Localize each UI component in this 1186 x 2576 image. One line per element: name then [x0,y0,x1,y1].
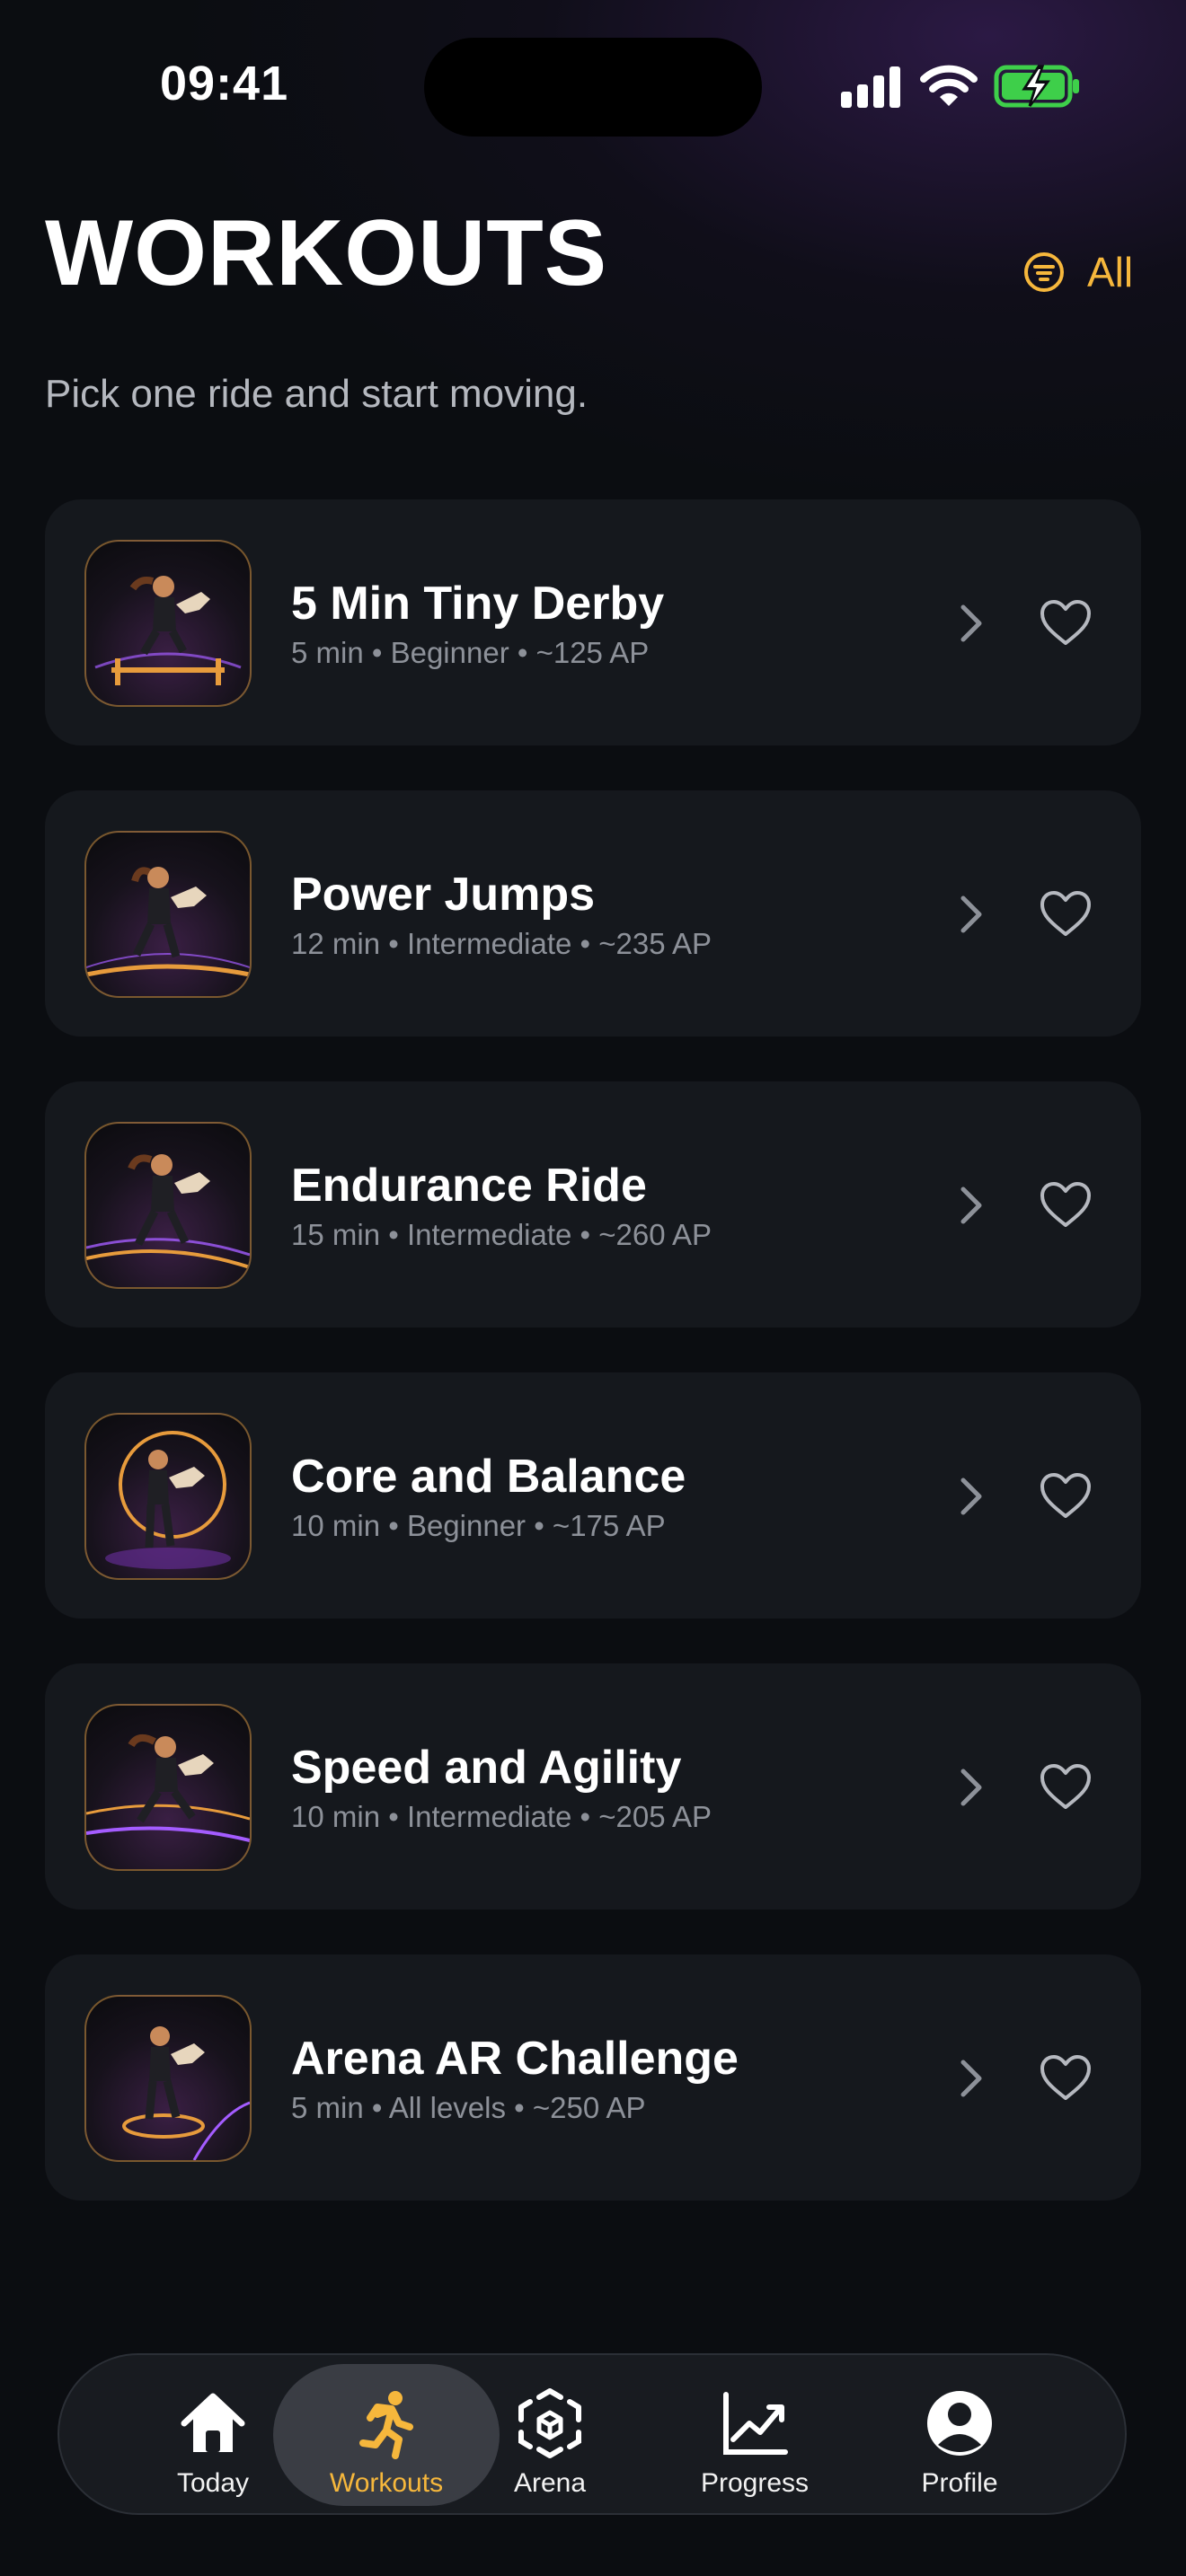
chevron-right-icon [960,604,982,642]
workout-title: Core and Balance [291,1451,686,1503]
page-title: WORKOUTS [45,201,608,305]
favorite-heart-icon[interactable] [1037,595,1094,652]
rider-over-jump-image [84,540,252,707]
chevron-right-icon [960,2060,982,2097]
chevron-right-icon [960,1769,982,1806]
workout-card[interactable]: Arena AR Challenge 5 min • All levels • … [45,1954,1141,2201]
tab-bar: Today Workouts Arena Progress Profile [58,2353,1127,2515]
chevron-right-icon [960,895,982,933]
rider-arena-image [84,1995,252,2162]
workout-meta: 12 min • Intermediate • ~235 AP [291,927,712,960]
rider-ring-image [84,1413,252,1580]
workout-meta: 5 min • All levels • ~250 AP [291,2091,646,2124]
filter-icon [1024,252,1064,292]
workout-meta: 10 min • Beginner • ~175 AP [291,1509,666,1542]
rider-running-image [84,1122,252,1289]
ar-cube-icon [518,2388,581,2458]
filter-button[interactable]: All [1022,241,1133,304]
tab-label: Profile [921,2468,998,2498]
status-bar: 09:41 [0,0,1186,171]
favorite-heart-icon[interactable] [1037,2050,1094,2107]
workout-list: 5 Min Tiny Derby 5 min • Beginner • ~125… [45,499,1141,2245]
dynamic-island [424,38,762,137]
workout-card[interactable]: Power Jumps 12 min • Intermediate • ~235… [45,790,1141,1037]
running-figure-icon [359,2391,413,2459]
chart-trend-icon [723,2392,788,2455]
favorite-heart-icon[interactable] [1037,886,1094,943]
status-icons [839,63,1082,110]
battery-charging-icon [994,65,1079,108]
workout-title: Speed and Agility [291,1742,682,1794]
page-subtitle: Pick one ride and start moving. [45,372,589,416]
chevron-right-icon [960,1187,982,1224]
workout-meta: 5 min • Beginner • ~125 AP [291,636,650,669]
workout-meta: 10 min • Intermediate • ~205 AP [291,1800,712,1833]
workout-card[interactable]: Speed and Agility 10 min • Intermediate … [45,1663,1141,1910]
person-circle-icon [927,2391,992,2456]
chevron-right-icon [960,1478,982,1515]
tab-label: Progress [700,2468,810,2498]
tab-profile[interactable]: Profile [856,2364,1063,2506]
workout-title: Arena AR Challenge [291,2033,739,2085]
tab-label: Arena [513,2468,587,2498]
cellular-signal-icon [841,66,900,108]
workout-card[interactable]: Endurance Ride 15 min • Intermediate • ~… [45,1081,1141,1328]
wifi-icon [920,65,978,106]
tab-arena[interactable]: Arena [447,2364,653,2506]
rider-leap-image [84,831,252,998]
favorite-heart-icon[interactable] [1037,1177,1094,1234]
house-icon [181,2393,245,2452]
favorite-heart-icon[interactable] [1037,1759,1094,1816]
workout-card[interactable]: 5 Min Tiny Derby 5 min • Beginner • ~125… [45,499,1141,745]
tab-progress[interactable]: Progress [651,2364,858,2506]
rider-speed-image [84,1704,252,1871]
filter-label: All [1087,249,1134,296]
workout-title: Endurance Ride [291,1160,647,1212]
status-time: 09:41 [160,57,289,110]
workout-title: Power Jumps [291,869,596,921]
workout-meta: 15 min • Intermediate • ~260 AP [291,1218,712,1251]
favorite-heart-icon[interactable] [1037,1468,1094,1525]
workout-card[interactable]: Core and Balance 10 min • Beginner • ~17… [45,1372,1141,1619]
workout-title: 5 Min Tiny Derby [291,578,665,630]
